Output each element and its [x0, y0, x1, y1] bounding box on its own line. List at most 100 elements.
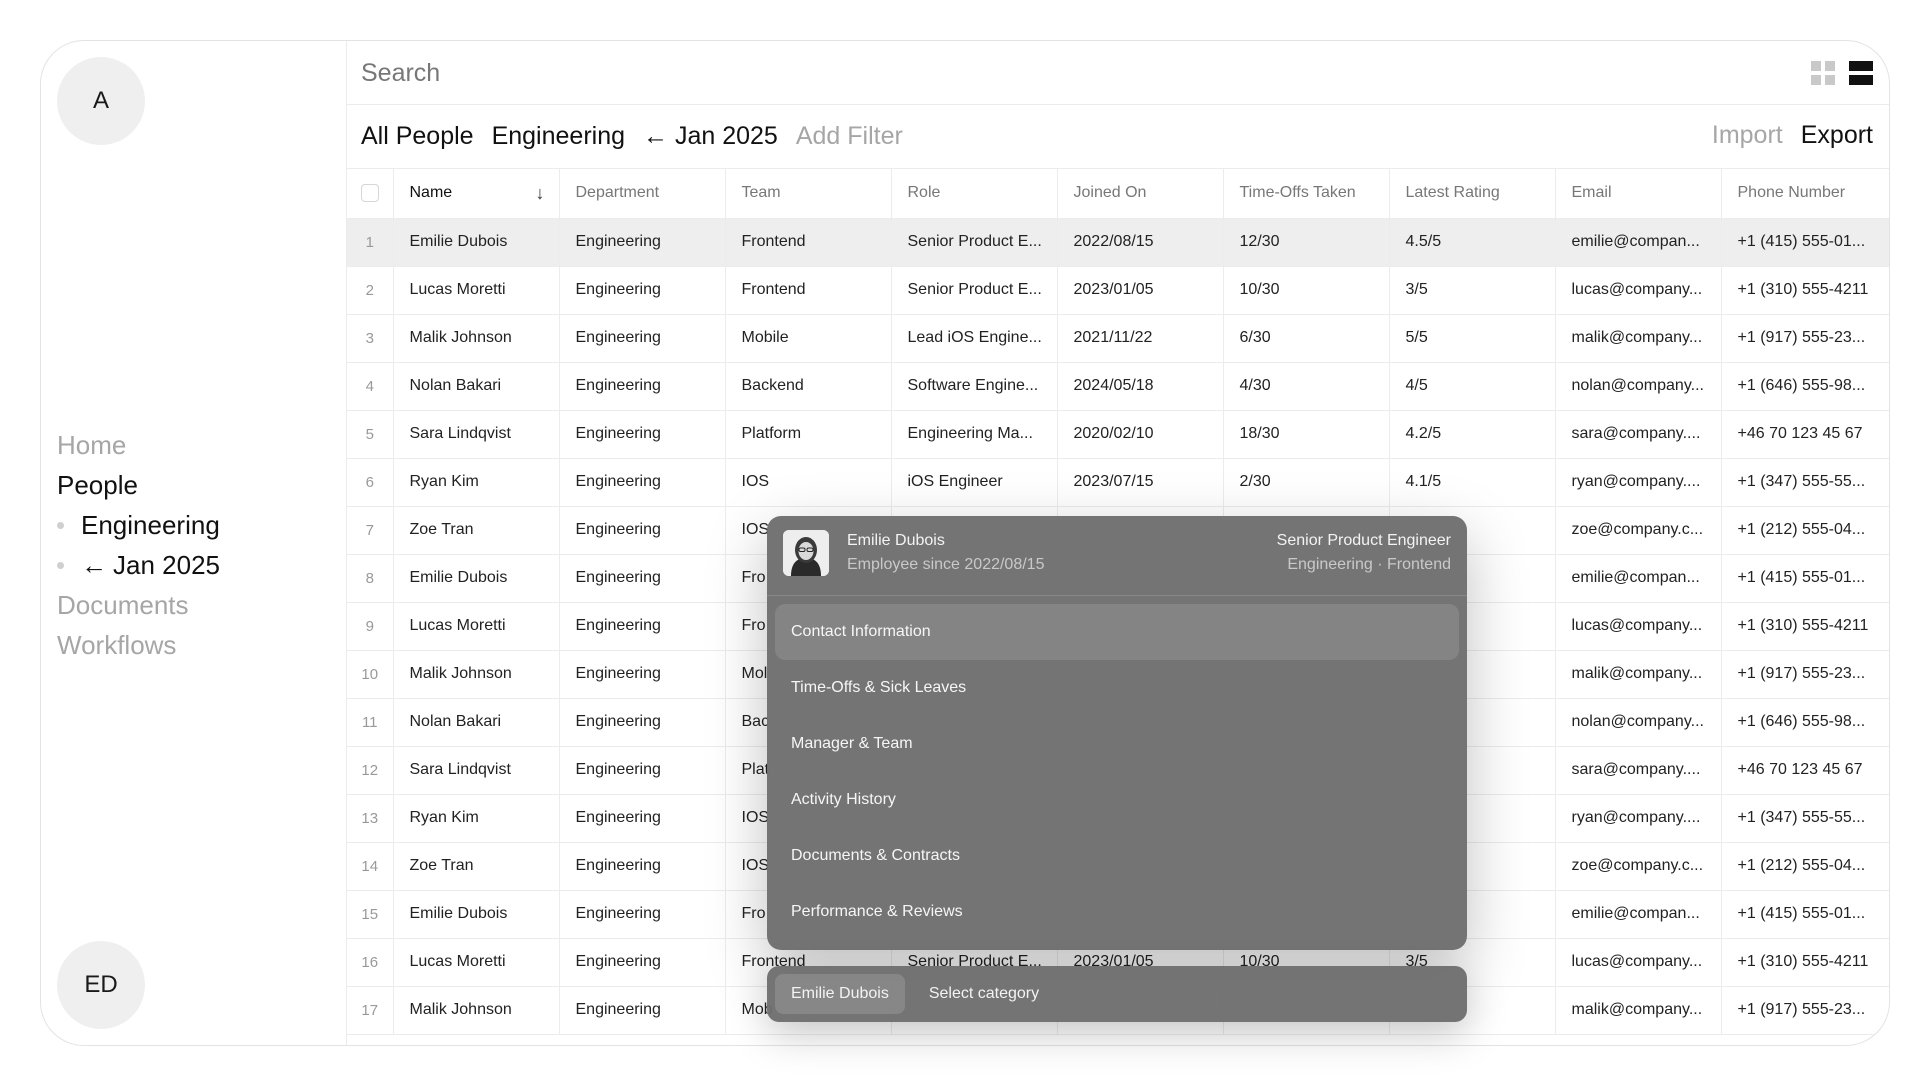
workspace-avatar[interactable]: A	[57, 57, 145, 145]
column-header-rating[interactable]: Latest Rating	[1389, 169, 1556, 219]
menu-item-activity-history[interactable]: Activity History	[775, 772, 1459, 828]
sort-descending-icon[interactable]: ↓	[536, 183, 545, 204]
menu-item-performance-reviews[interactable]: Performance & Reviews	[775, 884, 1459, 940]
phone-cell: +1 (310) 555-4211	[1721, 938, 1889, 987]
select-all-cell	[347, 169, 394, 219]
column-header-phone[interactable]: Phone Number	[1721, 169, 1889, 219]
column-header-email[interactable]: Email	[1555, 169, 1722, 219]
nav-item-engineering[interactable]: Engineering	[57, 505, 220, 545]
grid-view-icon[interactable]	[1811, 61, 1835, 85]
email-cell: malik@company...	[1555, 650, 1722, 699]
email-cell: zoe@company.c...	[1555, 842, 1722, 891]
department-cell: Engineering	[559, 458, 726, 507]
column-header-team[interactable]: Team	[725, 169, 892, 219]
row-number: 12	[347, 746, 394, 795]
filter-jan-2025[interactable]: ← Jan 2025	[643, 122, 778, 151]
role-cell: Senior Product E...	[891, 218, 1058, 267]
phone-cell: +1 (917) 555-23...	[1721, 986, 1889, 1035]
team-cell: Platform	[725, 410, 892, 459]
popover-header: Emilie Dubois Employee since 2022/08/15 …	[767, 516, 1467, 596]
rating-cell: 3/5	[1389, 266, 1556, 315]
phone-cell: +1 (917) 555-23...	[1721, 650, 1889, 699]
email-cell: malik@company...	[1555, 986, 1722, 1035]
joined-on-cell: 2024/05/18	[1057, 362, 1224, 411]
phone-cell: +46 70 123 45 67	[1721, 410, 1889, 459]
department-cell: Engineering	[559, 362, 726, 411]
team-cell: Frontend	[725, 266, 892, 315]
select-all-checkbox[interactable]	[360, 184, 379, 203]
phone-cell: +1 (347) 555-55...	[1721, 794, 1889, 843]
nav-item-home[interactable]: Home	[57, 425, 220, 465]
email-cell: malik@company...	[1555, 314, 1722, 363]
email-cell: emilie@compan...	[1555, 890, 1722, 939]
table-row[interactable]: 3 Malik Johnson Engineering Mobile Lead iOS …	[347, 314, 1889, 363]
role-cell: Software Engine...	[891, 362, 1058, 411]
table-row[interactable]: 5 Sara Lindqvist Engineering Platform Engine…	[347, 410, 1889, 459]
menu-item-manager-team[interactable]: Manager & Team	[775, 716, 1459, 772]
filter-all-people[interactable]: All People	[361, 122, 474, 151]
department-cell: Engineering	[559, 506, 726, 555]
name-cell: Lucas Moretti	[393, 602, 560, 651]
time-offs-cell: 4/30	[1223, 362, 1390, 411]
row-number: 17	[347, 986, 394, 1035]
row-number: 8	[347, 554, 394, 603]
command-prompt[interactable]: Select category	[929, 985, 1039, 1003]
name-cell: Malik Johnson	[393, 650, 560, 699]
table-row[interactable]: 2 Lucas Moretti Engineering Frontend Senior …	[347, 266, 1889, 315]
table-header-row: Name ↓ Department Team Role Joined On Ti…	[347, 169, 1889, 219]
add-filter-button[interactable]: Add Filter	[796, 122, 903, 151]
row-number: 15	[347, 890, 394, 939]
name-cell: Zoe Tran	[393, 842, 560, 891]
phone-cell: +1 (415) 555-01...	[1721, 890, 1889, 939]
phone-cell: +46 70 123 45 67	[1721, 746, 1889, 795]
table-row[interactable]: 4 Nolan Bakari Engineering Backend Software …	[347, 362, 1889, 411]
row-number: 14	[347, 842, 394, 891]
column-header-joined-on[interactable]: Joined On	[1057, 169, 1224, 219]
rating-cell: 4.1/5	[1389, 458, 1556, 507]
table-row[interactable]: 6 Ryan Kim Engineering IOS iOS Engineer 2023/…	[347, 458, 1889, 507]
list-view-icon[interactable]	[1849, 61, 1873, 85]
user-avatar[interactable]: ED	[57, 941, 145, 1029]
column-header-name[interactable]: Name ↓	[393, 169, 560, 219]
filter-engineering[interactable]: Engineering	[492, 122, 625, 151]
filter-actions: Import Export	[1712, 121, 1873, 150]
row-number: 2	[347, 266, 394, 315]
table-row[interactable]: 1 Emilie Dubois Engineering Frontend Senior …	[347, 218, 1889, 267]
export-button[interactable]: Export	[1801, 121, 1873, 150]
popover-menu: Contact Information Time-Offs & Sick Lea…	[767, 596, 1467, 948]
nav-item-documents[interactable]: Documents	[57, 585, 220, 625]
employee-photo	[783, 530, 829, 576]
email-cell: emilie@compan...	[1555, 554, 1722, 603]
search-input[interactable]	[361, 55, 1361, 91]
nav-item-workflows[interactable]: Workflows	[57, 625, 220, 665]
column-header-time-offs[interactable]: Time-Offs Taken	[1223, 169, 1390, 219]
employee-team: Engineering · Frontend	[1287, 556, 1451, 573]
menu-item-contact-information[interactable]: Contact Information	[775, 604, 1459, 660]
name-cell: Emilie Dubois	[393, 554, 560, 603]
email-cell: zoe@company.c...	[1555, 506, 1722, 555]
row-number: 1	[347, 218, 394, 267]
employee-since: Employee since 2022/08/15	[847, 556, 1045, 573]
nav-item-people[interactable]: People	[57, 465, 220, 505]
department-cell: Engineering	[559, 986, 726, 1035]
joined-on-cell: 2021/11/22	[1057, 314, 1224, 363]
sidebar-nav: Home People Engineering ← Jan 2025 Docum…	[57, 425, 220, 665]
column-header-role[interactable]: Role	[891, 169, 1058, 219]
name-cell: Sara Lindqvist	[393, 410, 560, 459]
nav-item-jan-2025[interactable]: ← Jan 2025	[57, 545, 220, 585]
time-offs-cell: 18/30	[1223, 410, 1390, 459]
name-cell: Malik Johnson	[393, 314, 560, 363]
import-button[interactable]: Import	[1712, 121, 1783, 150]
command-chip-employee[interactable]: Emilie Dubois	[775, 974, 905, 1014]
employee-name: Emilie Dubois	[847, 532, 945, 549]
department-cell: Engineering	[559, 938, 726, 987]
role-cell: Engineering Ma...	[891, 410, 1058, 459]
menu-item-time-offs[interactable]: Time-Offs & Sick Leaves	[775, 660, 1459, 716]
column-header-department[interactable]: Department	[559, 169, 726, 219]
row-number: 3	[347, 314, 394, 363]
menu-item-documents-contracts[interactable]: Documents & Contracts	[775, 828, 1459, 884]
phone-cell: +1 (415) 555-01...	[1721, 554, 1889, 603]
joined-on-cell: 2020/02/10	[1057, 410, 1224, 459]
rating-cell: 4.5/5	[1389, 218, 1556, 267]
phone-cell: +1 (415) 555-01...	[1721, 218, 1889, 267]
